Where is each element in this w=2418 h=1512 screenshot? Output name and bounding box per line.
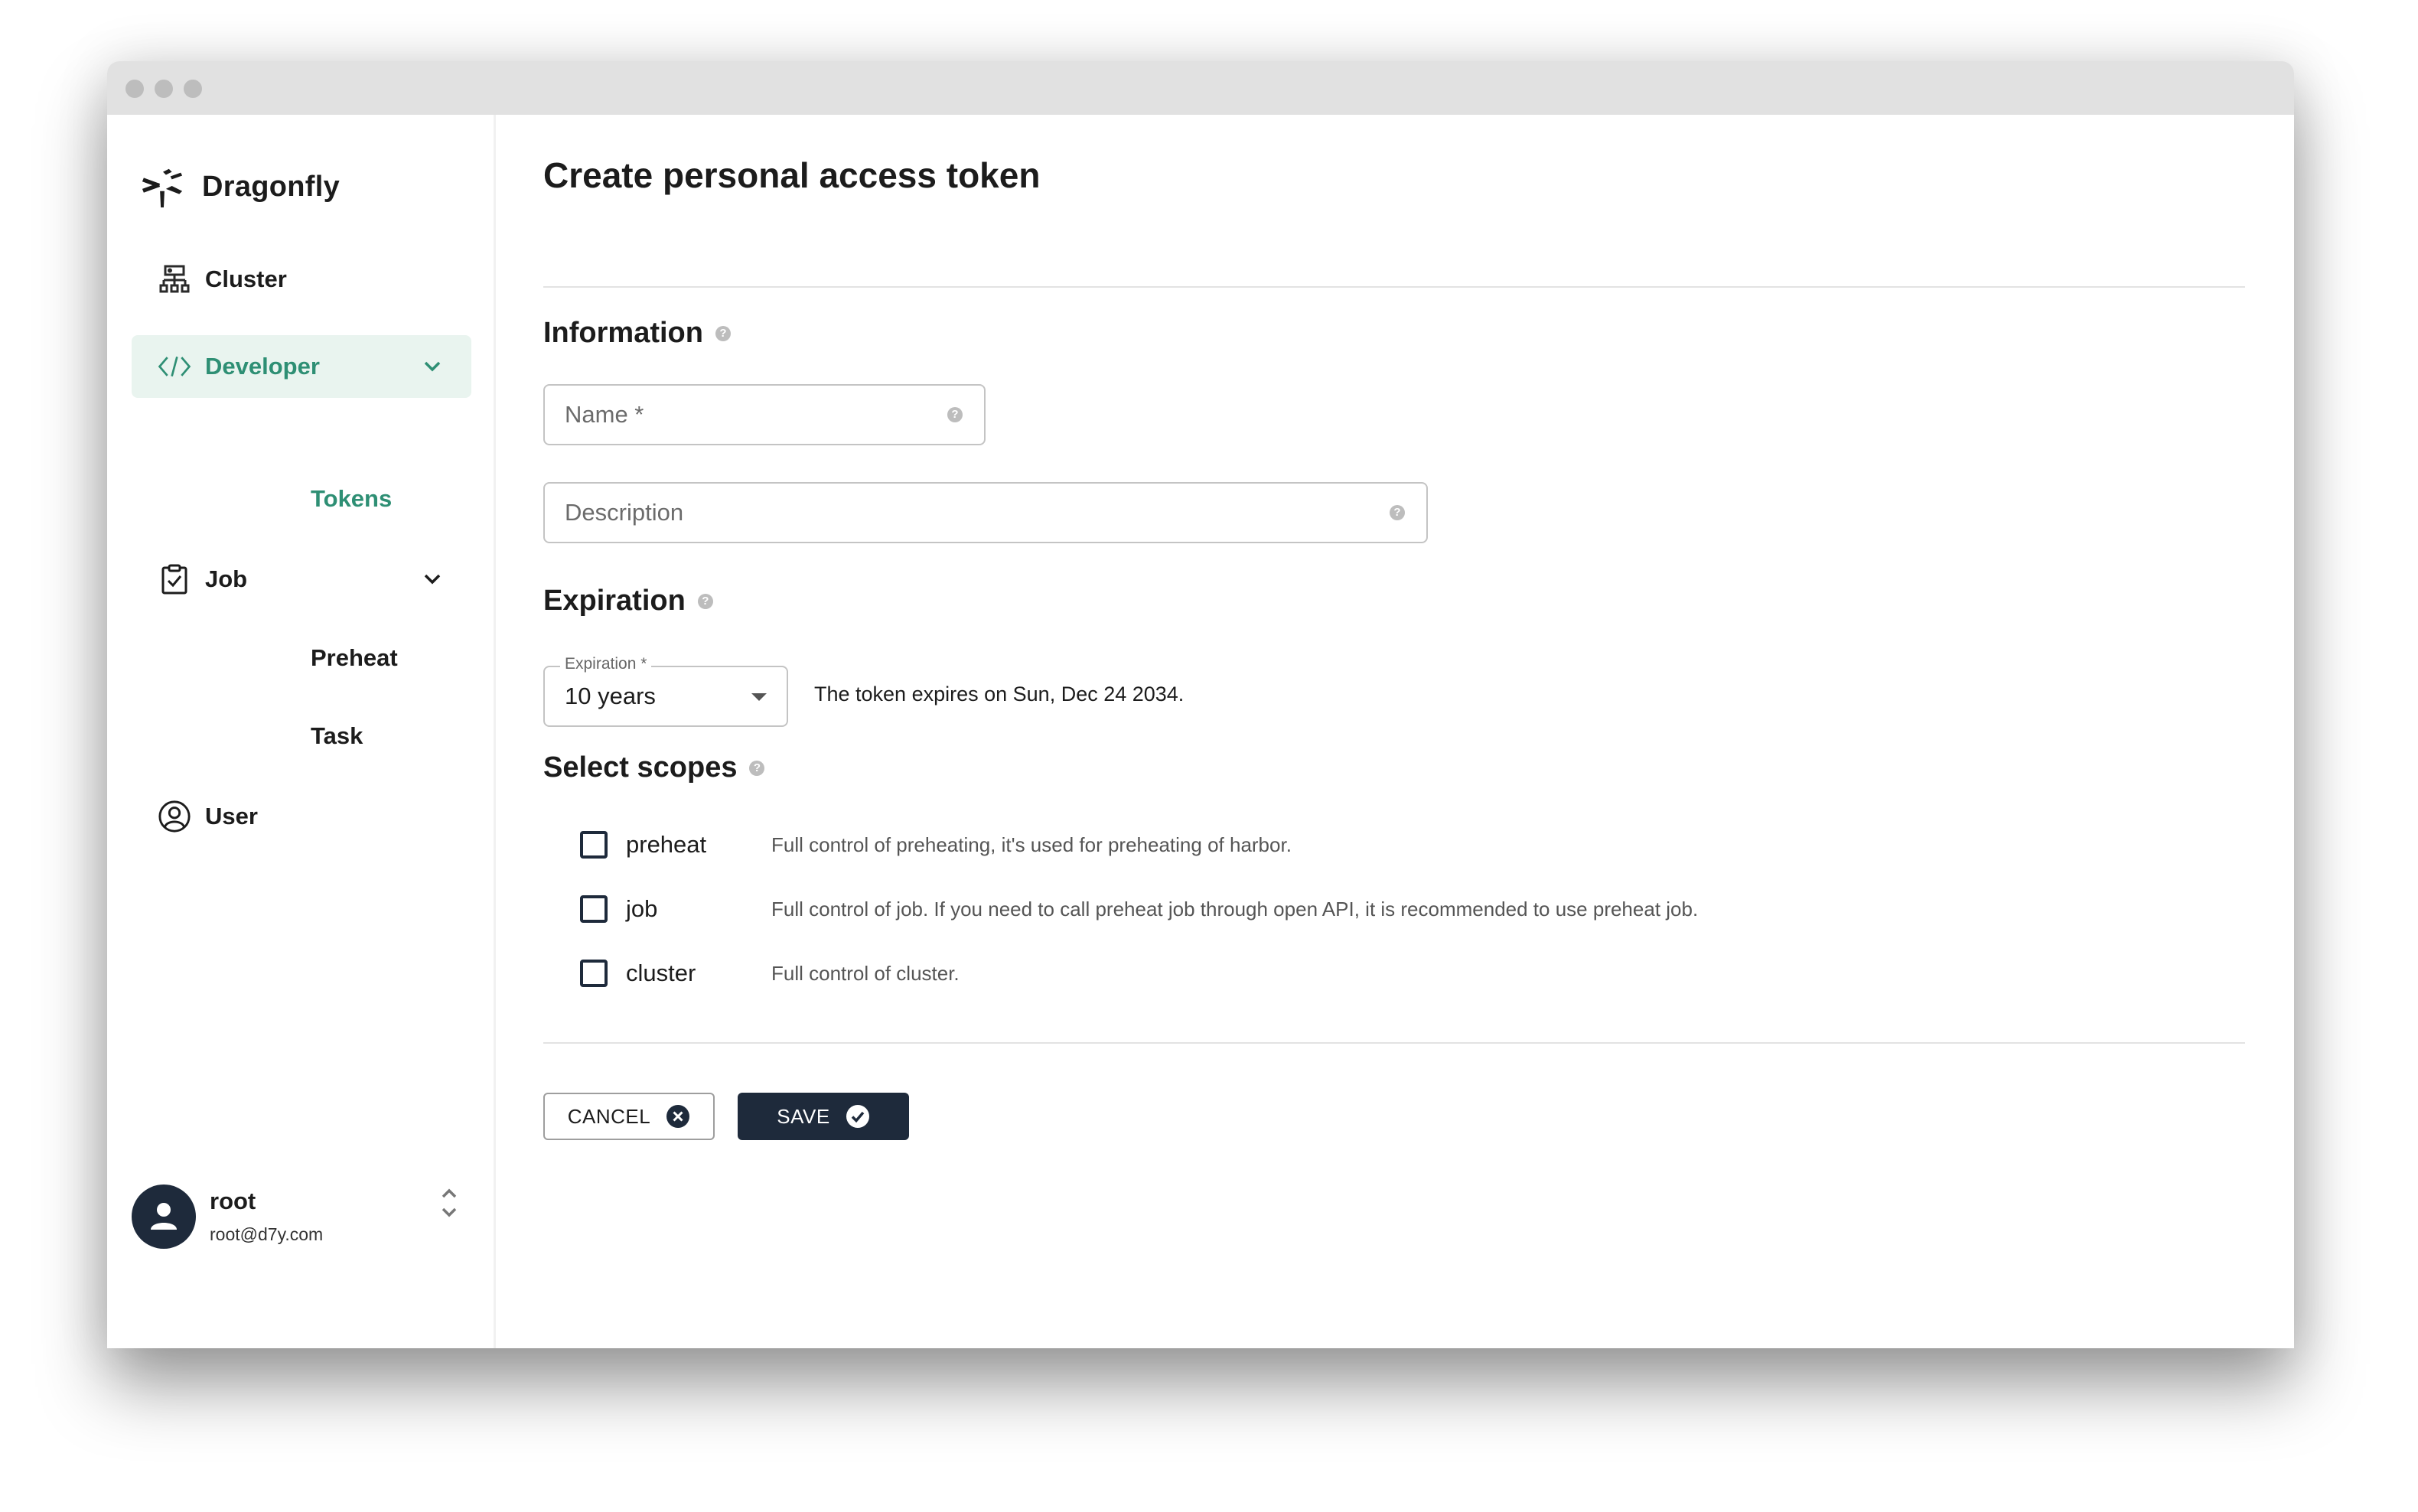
help-icon[interactable]: ? [749,760,765,776]
scope-checkbox[interactable] [580,831,608,859]
window-maximize-dot[interactable] [184,80,202,98]
user-email: root@d7y.com [210,1224,324,1244]
chevron-down-icon [424,574,441,585]
sidebar: Dragonfly Cluster Developer Tokens Job P… [107,115,496,1348]
sidebar-subitem-preheat[interactable]: Preheat [311,644,398,672]
sidebar-item-label: Developer [205,353,320,380]
dropdown-arrow-icon [751,693,767,701]
name-field[interactable]: ? [543,384,986,445]
sidebar-subitem-tokens[interactable]: Tokens [311,485,392,513]
actions-divider [543,1042,2245,1044]
help-icon[interactable]: ? [715,325,731,341]
expiration-heading: Expiration ? [543,585,713,618]
sidebar-item-developer[interactable]: Developer [132,335,471,398]
sidebar-item-label: User [205,803,258,829]
code-icon [158,350,191,383]
help-icon[interactable]: ? [1390,505,1405,520]
clipboard-check-icon [158,562,191,596]
close-circle-icon [666,1105,690,1128]
scope-checkbox[interactable] [580,960,608,987]
unfold-icon[interactable] [438,1185,461,1221]
scope-description: Full control of job. If you need to call… [771,897,1699,921]
sidebar-item-label: Job [205,565,248,592]
cluster-icon [158,262,191,296]
page-title: Create personal access token [543,155,1041,195]
scope-checkbox[interactable] [580,895,608,923]
name-input[interactable] [545,386,984,444]
scope-row-job[interactable]: job Full control of job. If you need to … [580,891,1698,927]
save-button-label: SAVE [777,1104,830,1128]
sidebar-subitem-task[interactable]: Task [311,722,363,750]
title-divider [543,286,2245,288]
brand-name: Dragonfly [202,170,341,203]
description-input[interactable] [545,484,1426,542]
help-icon[interactable]: ? [697,593,713,609]
scope-description: Full control of preheating, it's used fo… [771,833,1292,856]
user-icon [151,1203,177,1230]
app-window: Dragonfly Cluster Developer Tokens Job P… [107,61,2294,1348]
window-titlebar [107,61,2294,115]
help-icon[interactable]: ? [947,407,963,422]
scopes-heading-label: Select scopes [543,751,738,784]
expiration-heading-label: Expiration [543,585,686,617]
scopes-heading: Select scopes ? [543,751,765,784]
scope-name: job [626,895,658,922]
chevron-down-icon [424,361,441,372]
expiration-note: The token expires on Sun, Dec 24 2034. [814,683,1185,705]
scope-description: Full control of cluster. [771,961,960,985]
avatar [132,1185,196,1249]
brand[interactable]: Dragonfly [141,162,340,211]
scope-name: cluster [626,960,696,986]
expiration-select-label: Expiration * [560,655,652,673]
expiration-select-value: 10 years [565,683,656,709]
sidebar-item-label: Cluster [205,266,287,292]
sidebar-item-user[interactable]: User [132,785,471,848]
scope-row-preheat[interactable]: preheat Full control of preheating, it's… [580,826,1292,863]
cancel-button[interactable]: CANCEL [543,1093,715,1140]
expiration-select[interactable]: Expiration * 10 years [543,655,788,727]
scope-row-cluster[interactable]: cluster Full control of cluster. [580,955,960,992]
check-circle-icon [846,1105,869,1128]
dragonfly-logo-icon [142,168,183,208]
save-button[interactable]: SAVE [738,1093,909,1140]
window-close-dot[interactable] [125,80,144,98]
main-content: Create personal access token Information… [543,115,2245,1348]
description-field[interactable]: ? [543,482,1428,543]
information-heading: Information ? [543,317,731,350]
window-minimize-dot[interactable] [155,80,173,98]
cancel-button-label: CANCEL [567,1104,651,1128]
user-card[interactable]: root root@d7y.com [132,1185,471,1252]
information-heading-label: Information [543,317,703,349]
user-name: root [210,1188,256,1214]
sidebar-item-cluster[interactable]: Cluster [132,248,471,311]
sidebar-item-job[interactable]: Job [132,548,471,611]
user-circle-icon [158,800,191,833]
scope-name: preheat [626,831,707,858]
